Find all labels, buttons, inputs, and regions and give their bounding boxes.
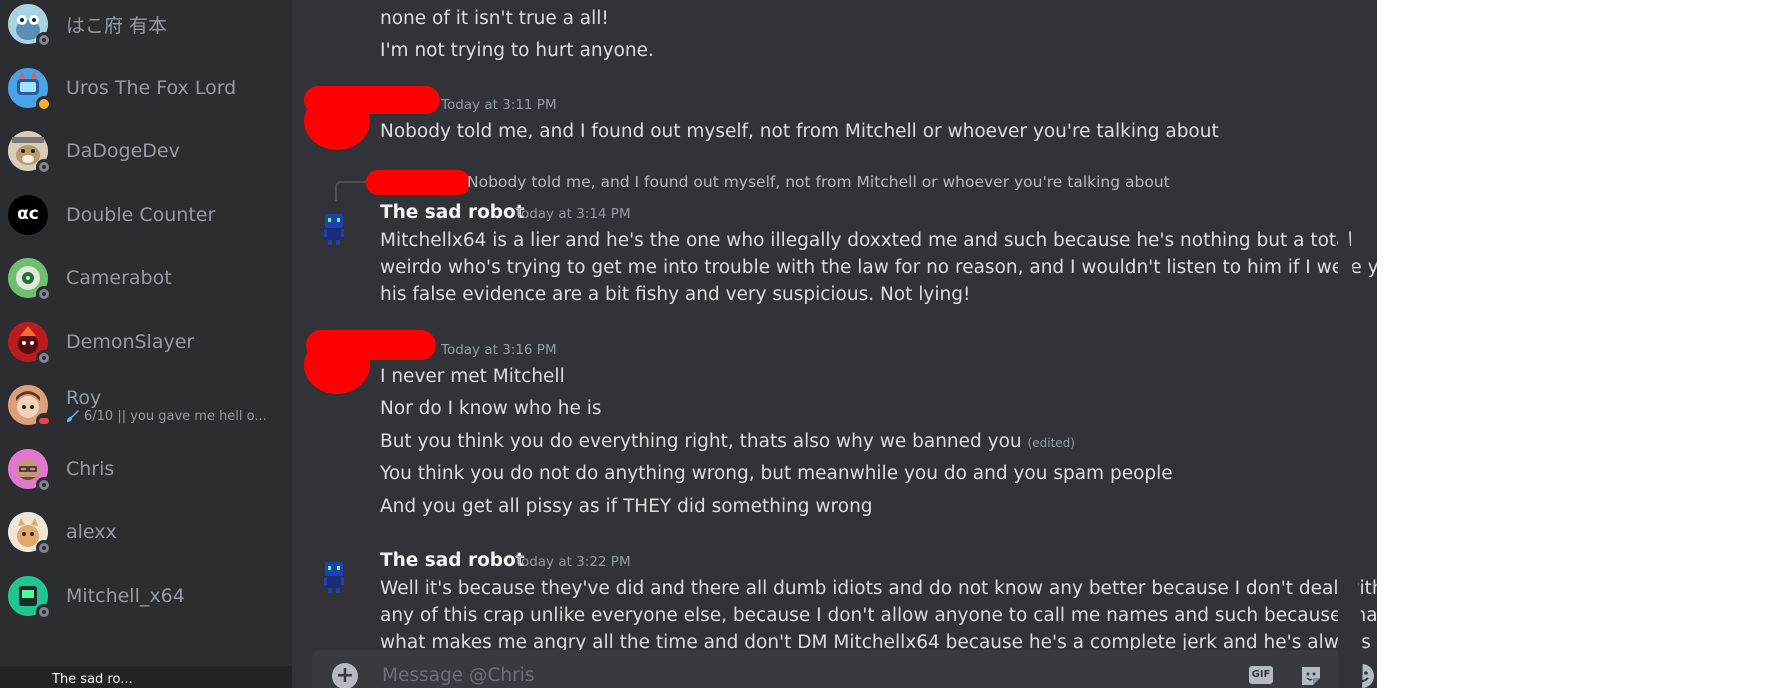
member-item-dadogedev[interactable]: DaDogeDev: [8, 127, 284, 175]
message-line: I'm not trying to hurt anyone.: [380, 40, 654, 61]
message-line: Nobody told me, and I found out myself, …: [380, 121, 1219, 142]
message-timestamp: Today at 3:22 PM: [515, 554, 631, 570]
member-item-chris[interactable]: Chris: [8, 445, 284, 493]
member-activity: 6/10 || you gave me hell o...: [66, 409, 267, 424]
member-name: Roy: [66, 386, 102, 409]
idle-status-icon: [36, 96, 52, 112]
message-line: Well it's because they've did and there …: [380, 578, 1377, 599]
offline-status-icon: [36, 604, 52, 620]
message-composer: + Message @Chris GIF: [312, 650, 1374, 688]
sticker-icon[interactable]: [1299, 664, 1323, 688]
avatar: [8, 68, 52, 112]
robot-avatar-icon: [314, 556, 354, 596]
offline-status-icon: [36, 540, 52, 556]
message-line: But you think you do everything right, t…: [380, 428, 1075, 457]
message-line: any of this crap unlike everyone else, b…: [380, 605, 1377, 626]
member-item-demonslayer[interactable]: DemonSlayer: [8, 318, 284, 366]
member-name: alexx: [66, 521, 117, 543]
reply-spine: [335, 181, 367, 201]
avatar: [8, 322, 52, 366]
avatar: [8, 449, 52, 493]
gif-button[interactable]: GIF: [1249, 666, 1273, 684]
message-timestamp: Today at 3:11 PM: [441, 97, 557, 113]
message-line: I never met Mitchell: [380, 366, 565, 387]
redaction-mark: [366, 170, 470, 195]
message-line: Mitchellx64 is a lier and he's the one w…: [380, 230, 1353, 251]
offline-status-icon: [36, 159, 52, 175]
add-attachment-button[interactable]: +: [332, 663, 358, 688]
redaction-mark: [304, 92, 370, 150]
user-panel[interactable]: The sad ro...: [0, 666, 292, 688]
member-item-camerabot[interactable]: Camerabot: [8, 254, 284, 302]
message-timestamp: Today at 3:16 PM: [441, 342, 557, 358]
message-input[interactable]: Message @Chris: [382, 665, 535, 686]
member-name: Camerabot: [66, 267, 172, 289]
member-name: Double Counter: [66, 204, 216, 226]
offline-status-icon: [36, 286, 52, 302]
member-item-hako[interactable]: はこ府 有本: [8, 0, 284, 48]
brush-icon: [67, 410, 79, 422]
member-item-mitchell[interactable]: Mitchell_x64: [8, 572, 284, 620]
avatar-text: αc: [17, 204, 39, 224]
member-name: DemonSlayer: [66, 331, 195, 353]
avatar[interactable]: [314, 208, 354, 248]
message-line: his false evidence are a bit fishy and v…: [380, 284, 971, 305]
avatar: [8, 258, 52, 302]
redaction-mark: [304, 336, 370, 394]
avatar: [8, 385, 52, 429]
message-line: none of it isn't true a all!: [380, 8, 609, 29]
avatar: [8, 4, 52, 48]
avatar: [8, 131, 52, 175]
member-name: Uros The Fox Lord: [66, 77, 237, 99]
robot-avatar-icon: [314, 208, 354, 248]
message-author[interactable]: The sad robot: [380, 202, 525, 223]
message-line: Nor do I know who he is: [380, 398, 602, 419]
member-item-uros[interactable]: Uros The Fox Lord: [8, 64, 284, 112]
message-author[interactable]: The sad robot: [380, 550, 525, 571]
member-item-alexx[interactable]: alexx: [8, 508, 284, 556]
avatar: αc: [8, 195, 48, 235]
message-timestamp: Today at 3:14 PM: [515, 206, 631, 222]
member-text: Roy 6/10 || you gave me hell o...: [66, 387, 267, 424]
offline-status-icon: [36, 32, 52, 48]
member-name: DaDogeDev: [66, 140, 180, 162]
activity-text: 6/10 || you gave me hell o...: [84, 408, 267, 424]
member-name: Chris: [66, 458, 115, 480]
offline-status-icon: [36, 350, 52, 366]
message-line: And you get all pissy as if THEY did som…: [380, 496, 873, 517]
avatar: [8, 576, 52, 620]
chat-area: none of it isn't true a all! I'm not try…: [292, 0, 1377, 688]
dnd-status-icon: [36, 413, 52, 429]
offline-status-icon: [36, 477, 52, 493]
member-name: はこ府 有本: [66, 14, 168, 37]
member-list: はこ府 有本 Uros The Fox Lord DaDogeDev αc Do…: [0, 0, 292, 688]
avatar[interactable]: [314, 556, 354, 596]
message-line: weirdo who's trying to get me into troub…: [380, 257, 1377, 278]
user-panel-name: The sad ro...: [52, 672, 133, 687]
member-item-double-counter[interactable]: αc Double Counter: [8, 191, 284, 239]
torn-edge: [1338, 0, 1363, 688]
reply-preview[interactable]: Nobody told me, and I found out myself, …: [467, 173, 1170, 191]
edited-label: (edited): [1027, 436, 1075, 450]
message-text: But you think you do everything right, t…: [380, 431, 1022, 452]
message-line: You think you do not do anything wrong, …: [380, 463, 1173, 484]
member-name: Mitchell_x64: [66, 585, 185, 607]
member-item-roy[interactable]: Roy 6/10 || you gave me hell o...: [8, 381, 284, 429]
avatar: [8, 512, 52, 556]
